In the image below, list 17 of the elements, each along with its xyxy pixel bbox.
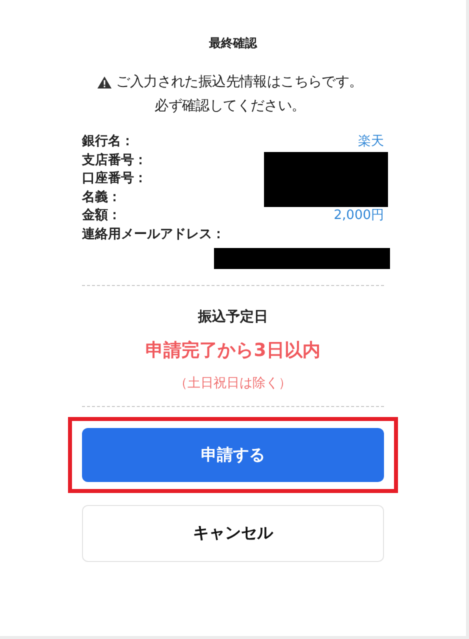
field-label: 支店番号：: [82, 152, 147, 169]
field-label: 銀行名：: [82, 133, 134, 150]
field-label: 連絡用メールアドレス：: [82, 226, 225, 243]
notice-text: 必ず確認してください。: [154, 97, 306, 115]
cancel-button[interactable]: キャンセル: [82, 505, 384, 562]
field-label: 金額：: [82, 206, 121, 224]
schedule-note: （土日祝日は除く）: [174, 375, 292, 392]
dialog-title: 最終確認: [208, 35, 258, 52]
field-label: 名義：: [82, 188, 121, 206]
schedule-heading: 振込予定日: [196, 308, 269, 326]
notice-text: ご入力された振込先情報はこちらです。: [116, 73, 363, 91]
field-label: 口座番号：: [82, 170, 147, 188]
field-value: 楽天: [358, 133, 384, 150]
submit-button[interactable]: 申請する: [82, 428, 384, 482]
schedule-value: 申請完了から3日以内: [144, 339, 322, 362]
warning-icon: [97, 76, 112, 88]
field-value: 2,000円: [334, 207, 384, 224]
